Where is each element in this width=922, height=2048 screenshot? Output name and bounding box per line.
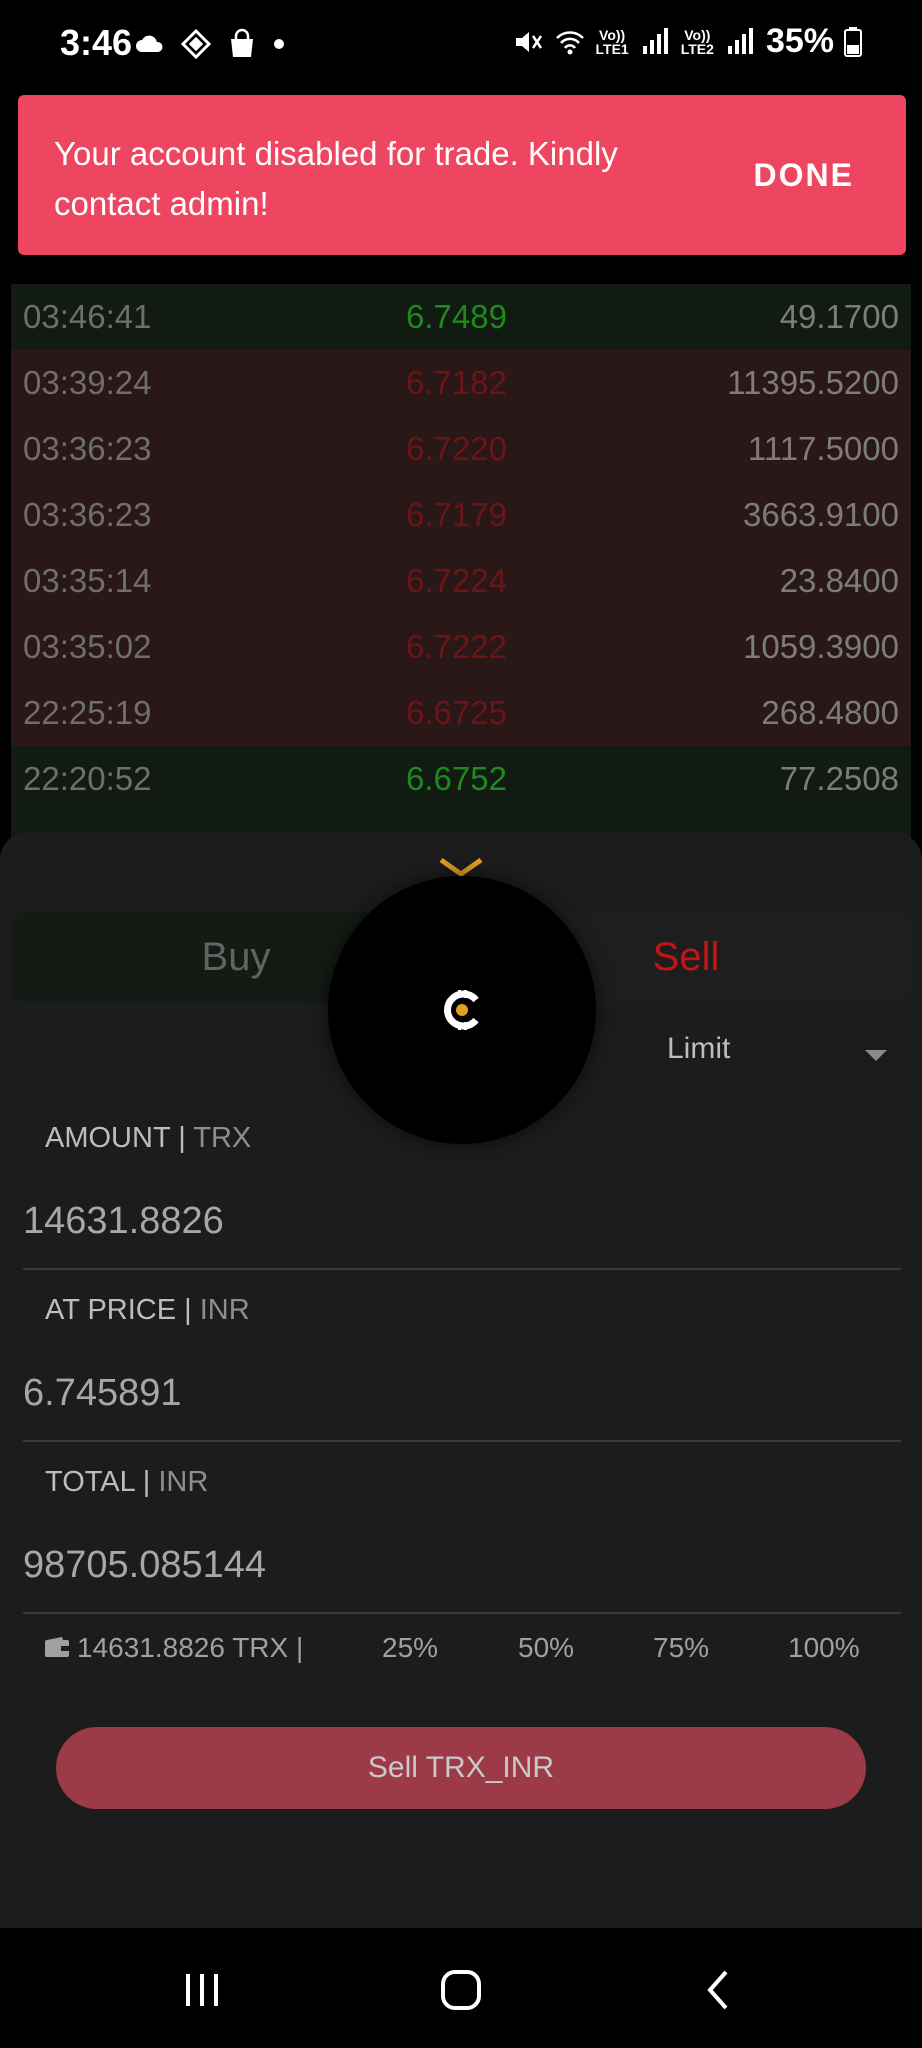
- trade-price: 6.6725: [406, 694, 507, 731]
- binance-icon: [180, 28, 212, 60]
- percentage-row: 14631.8826 TRX | 25% 50% 75% 100%: [44, 1632, 894, 1674]
- trade-price: 6.7224: [406, 562, 507, 599]
- total-label: TOTAL | INR: [45, 1466, 209, 1498]
- trade-amount: 23.8400: [779, 562, 899, 599]
- price-label: AT PRICE | INR: [45, 1294, 250, 1326]
- chevron-down-icon[interactable]: [437, 858, 485, 878]
- home-icon[interactable]: [437, 1966, 485, 2014]
- wifi-icon: [555, 30, 584, 54]
- system-nav-bar: [0, 1928, 922, 2048]
- trade-amount: 1059.3900: [743, 628, 899, 665]
- trade-time: 22:20:52: [23, 760, 152, 797]
- table-row: 03:46:41 6.7489 49.1700: [11, 284, 911, 350]
- trade-price: 6.7489: [406, 298, 507, 335]
- dropdown-arrow-icon: [865, 1050, 887, 1061]
- trade-amount: 11395.5200: [727, 364, 899, 401]
- order-type-value: Limit: [667, 1032, 731, 1065]
- divider: [23, 1268, 901, 1270]
- table-row: 22:25:19 6.6725 268.4800: [11, 680, 911, 746]
- trade-amount: 1117.5000: [747, 430, 899, 467]
- trade-price: 6.7179: [406, 496, 507, 533]
- percent-50-button[interactable]: 50%: [518, 1632, 574, 1664]
- recent-apps-icon[interactable]: [178, 1966, 226, 2014]
- volte-lte1-icon: Vo)) LTE1: [595, 26, 629, 57]
- trade-amount: 49.1700: [779, 298, 899, 335]
- error-toast: Your account disabled for trade. Kindly …: [18, 95, 906, 255]
- trade-time: 03:36:23: [23, 430, 152, 467]
- percent-75-button[interactable]: 75%: [653, 1632, 709, 1664]
- divider: [23, 1612, 901, 1614]
- status-right-icons: Vo)) LTE1 Vo)) LTE2 35%: [512, 22, 862, 61]
- order-type-select[interactable]: Limit: [667, 1032, 897, 1078]
- dot-icon: [274, 39, 284, 49]
- signal-icon: [642, 27, 668, 54]
- table-row: 22:20:52 6.6752 77.2508: [11, 746, 911, 812]
- divider: [23, 1440, 901, 1442]
- trade-time: 03:35:02: [23, 628, 152, 665]
- toast-done-button[interactable]: DONE: [754, 157, 854, 194]
- trade-price: 6.6752: [406, 760, 507, 797]
- percent-25-button[interactable]: 25%: [382, 1632, 438, 1664]
- battery-percent: 35%: [765, 22, 834, 60]
- trade-price: 6.7220: [406, 430, 507, 467]
- volte-lte2-icon: Vo)) LTE2: [680, 26, 714, 57]
- wallet-icon: [45, 1637, 69, 1657]
- amount-label: AMOUNT | TRX: [45, 1122, 252, 1154]
- trade-time: 03:35:14: [23, 562, 152, 599]
- toast-message: Your account disabled for trade. Kindly …: [54, 135, 618, 222]
- sell-submit-button[interactable]: Sell TRX_INR: [56, 1727, 866, 1809]
- trade-price: 6.7182: [406, 364, 507, 401]
- cloud-icon: [136, 35, 163, 52]
- trade-time: 22:25:19: [23, 694, 152, 731]
- signal-icon: [727, 27, 753, 54]
- trade-amount: 77.2508: [779, 760, 899, 797]
- amount-input[interactable]: 14631.8826: [23, 1200, 893, 1243]
- status-bar: 3:46 Vo)) LTE1 Vo)) LTE2 35%: [0, 0, 922, 92]
- trade-amount: 268.4800: [761, 694, 899, 731]
- table-row: 03:39:24 6.7182 11395.5200: [11, 350, 911, 416]
- wallet-balance: 14631.8826 TRX |: [77, 1632, 304, 1663]
- table-row: 03:36:23 6.7220 1117.5000: [11, 416, 911, 482]
- table-row: 03:35:02 6.7222 1059.3900: [11, 614, 911, 680]
- trade-time: 03:39:24: [23, 364, 152, 401]
- price-input[interactable]: 6.745891: [23, 1372, 893, 1415]
- total-input[interactable]: 98705.085144: [23, 1544, 893, 1587]
- trade-time: 03:36:23: [23, 496, 152, 533]
- table-row: 03:35:14 6.7224 23.8400: [11, 548, 911, 614]
- battery-icon: [844, 26, 862, 57]
- back-icon[interactable]: [696, 1966, 744, 2014]
- status-left-icons: [134, 28, 286, 60]
- recent-trades-list: 03:46:41 6.7489 49.1700 03:39:24 6.7182 …: [11, 284, 911, 842]
- status-time: 3:46: [60, 22, 133, 63]
- table-row: 03:36:23 6.7179 3663.9100: [11, 482, 911, 548]
- shopping-bag-icon: [231, 28, 253, 57]
- coin-logo-icon: [444, 990, 479, 1030]
- mute-icon: [515, 31, 542, 52]
- trade-time: 03:46:41: [23, 298, 152, 335]
- trade-price: 6.7222: [406, 628, 507, 665]
- trade-amount: 3663.9100: [743, 496, 899, 533]
- loading-spinner: [328, 876, 596, 1144]
- percent-100-button[interactable]: 100%: [788, 1632, 860, 1664]
